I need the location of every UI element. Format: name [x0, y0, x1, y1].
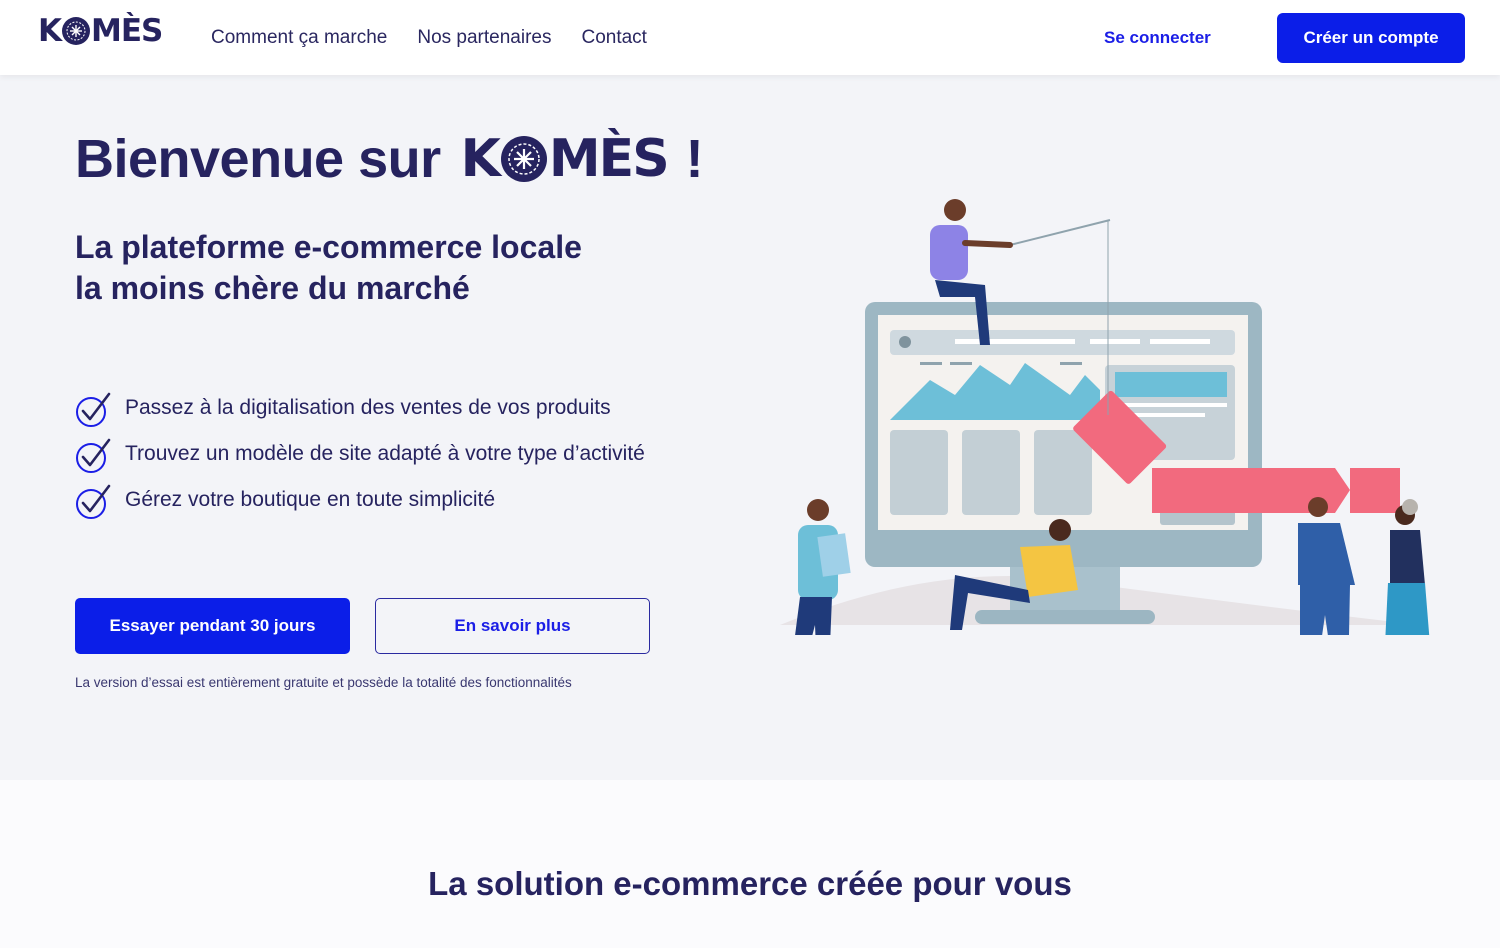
site-header: K MÈS Comment ça marche Nos partenaires … — [0, 0, 1500, 75]
check-circle-icon — [76, 484, 111, 519]
hero-title-suffix: ! — [685, 129, 704, 189]
learn-more-button[interactable]: En savoir plus — [375, 598, 650, 654]
feature-item: Trouvez un modèle de site adapté à votre… — [75, 431, 645, 477]
section-title: La solution e-commerce créée pour vous — [428, 865, 1072, 902]
create-account-button[interactable]: Créer un compte — [1277, 13, 1465, 63]
trial-note: La version d’essai est entièrement gratu… — [75, 675, 572, 690]
nav-link-how-it-works[interactable]: Comment ça marche — [211, 25, 387, 51]
hero-illustration — [780, 199, 1430, 635]
hero-logo: K MÈS — [460, 129, 670, 189]
hero-subtitle: La plateforme e-commerce locale la moins… — [75, 227, 582, 309]
login-link[interactable]: Se connecter — [1104, 26, 1211, 50]
hero-subtitle-line2: la moins chère du marché — [75, 270, 470, 306]
feature-item: Passez à la digitalisation des ventes de… — [75, 385, 645, 431]
hero-subtitle-line1: La plateforme e-commerce locale — [75, 229, 582, 265]
hero-title: Bienvenue sur K MÈS ! — [75, 127, 704, 191]
main-nav: Comment ça marche Nos partenaires Contac… — [211, 25, 647, 51]
nav-link-contact[interactable]: Contact — [581, 25, 646, 51]
try-30-days-button[interactable]: Essayer pendant 30 jours — [75, 598, 350, 654]
check-circle-icon — [76, 392, 111, 427]
logo-emblem-icon — [500, 136, 547, 182]
feature-item: Gérez votre boutique en toute simplicité — [75, 477, 645, 523]
feature-list: Passez à la digitalisation des ventes de… — [75, 385, 645, 523]
hero-section: Bienvenue sur K MÈS ! La plateforme e-co… — [0, 75, 1500, 780]
logo[interactable]: K MÈS — [38, 14, 163, 48]
check-circle-icon — [76, 438, 111, 473]
hero-title-prefix: Bienvenue sur — [75, 129, 441, 189]
logo-emblem-icon — [62, 17, 91, 45]
nav-link-partners[interactable]: Nos partenaires — [417, 25, 551, 51]
